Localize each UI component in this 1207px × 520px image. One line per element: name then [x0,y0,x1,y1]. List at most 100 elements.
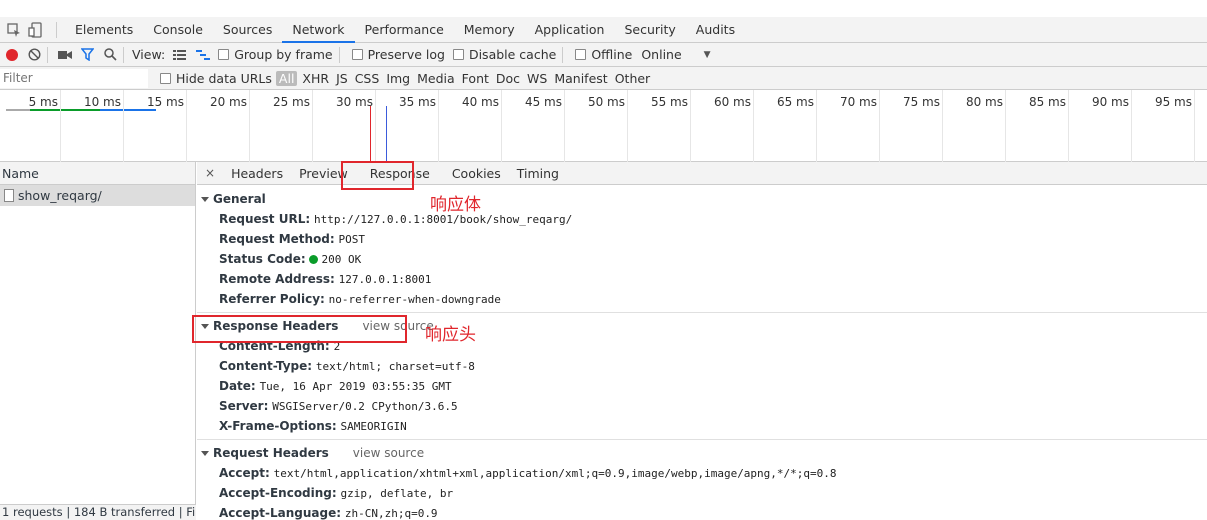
group-by-frame-checkbox[interactable] [218,49,230,60]
tab-memory[interactable]: Memory [454,17,525,43]
request-headers-section: Request Headers view source Accept: text… [197,440,1207,520]
header-row: Remote Address: 127.0.0.1:8001 [197,269,1207,289]
timeline-tick-label: 85 ms [1028,95,1066,109]
header-value: SAMEORIGIN [340,420,407,433]
header-value: WSGIServer/0.2 CPython/3.6.5 [272,400,458,413]
detail-tab-headers[interactable]: Headers [223,162,291,185]
timeline-tick-label: 90 ms [1091,95,1129,109]
header-row: Accept-Language: zh-CN,zh;q=0.9 [197,503,1207,520]
tab-performance[interactable]: Performance [355,17,454,43]
timeline-overview[interactable]: 5 ms 10 ms 15 ms 20 ms 25 ms 30 ms 35 ms 40 ms 4… [0,90,1207,162]
filter-input[interactable] [0,68,148,88]
header-value: zh-CN,zh;q=0.9 [344,507,438,520]
type-filter-manifest[interactable]: Manifest [554,71,607,86]
timeline-tick-label: 70 ms [839,95,877,109]
header-key: Referrer Policy: [219,292,325,306]
timeline-tick-label: 30 ms [335,95,373,109]
type-filter-font[interactable]: Font [462,71,489,86]
general-section: General Request URL: http://127.0.0.1:80… [197,185,1207,309]
tab-elements[interactable]: Elements [65,17,143,43]
general-title: General [213,192,266,206]
header-key: Server: [219,399,269,413]
inspect-element-icon[interactable] [6,22,22,38]
request-headers-title: Request Headers [213,446,329,460]
timeline-tick-label: 25 ms [272,95,310,109]
network-summary-status: 1 requests | 184 B transferred | Fi... [0,504,196,520]
toolbar-divider [47,46,48,63]
header-value: 200 OK [321,253,362,266]
timeline-tick-label: 15 ms [146,95,184,109]
toolbar-divider [562,46,564,63]
timeline-tick-label: 75 ms [902,95,940,109]
type-filter-all[interactable]: All [275,70,298,86]
throttling-value: Online [641,47,682,62]
response-tab-highlight-box [341,161,414,190]
general-section-header[interactable]: General [197,189,1207,209]
tab-console[interactable]: Console [143,17,213,43]
filter-funnel-icon[interactable] [80,47,95,62]
timeline-tick-label: 10 ms [83,95,121,109]
header-value: POST [338,233,366,246]
detail-tab-cookies[interactable]: Cookies [444,162,509,185]
type-filter-ws[interactable]: WS [527,71,547,86]
timeline-tick-label: 35 ms [398,95,436,109]
view-label: View: [132,47,166,62]
header-row: Accept-Encoding: gzip, deflate, br [197,483,1207,503]
tab-application[interactable]: Application [525,17,615,43]
filter-bar: Hide data URLs All XHR JS CSS Img Media Font Do… [0,67,1207,90]
name-column-header[interactable]: Name [0,162,195,185]
header-row: Date: Tue, 16 Apr 2019 03:55:35 GMT [197,376,1207,396]
header-key: Remote Address: [219,272,335,286]
hide-data-urls-checkbox[interactable] [160,72,171,84]
header-row: X-Frame-Options: SAMEORIGIN [197,416,1207,436]
expand-triangle-icon [201,196,209,202]
header-key: Date: [219,379,256,393]
chevron-down-icon: ▼ [703,49,711,60]
timeline-tick-label: 50 ms [587,95,625,109]
record-icon[interactable] [6,48,18,61]
waterfall-overview-icon[interactable] [196,47,211,62]
type-filter-xhr[interactable]: XHR [302,71,329,86]
request-row[interactable]: show_reqarg/ [0,185,195,206]
tab-audits[interactable]: Audits [686,17,745,43]
large-rows-icon[interactable] [173,47,187,62]
header-key: Status Code: [219,252,306,266]
clear-icon[interactable] [28,47,41,62]
timeline-tick-label: 60 ms [713,95,751,109]
timeline-tick-label: 80 ms [965,95,1003,109]
tab-security[interactable]: Security [614,17,685,43]
main-tabs: Elements Console Sources Network Performance… [65,17,745,43]
request-headers-header[interactable]: Request Headers view source [197,443,1207,463]
request-header-rows: Accept: text/html,application/xhtml+xml,… [197,463,1207,520]
general-rows: Request URL: http://127.0.0.1:8001/book/… [197,209,1207,309]
type-filter-js[interactable]: JS [336,71,348,86]
screenshot-camera-icon[interactable] [58,47,72,62]
type-filter-other[interactable]: Other [615,71,651,86]
close-icon[interactable]: × [197,166,223,180]
throttling-select[interactable]: Online ▼ [641,47,710,62]
detail-tab-timing[interactable]: Timing [509,162,567,185]
offline-checkbox[interactable] [575,49,587,60]
timeline-tick-label: 5 ms [28,95,58,109]
header-value: no-referrer-when-downgrade [328,293,501,306]
response-body-annotation: 响应体 [430,195,481,215]
tab-network[interactable]: Network [282,17,355,43]
type-filter-media[interactable]: Media [417,71,455,86]
header-key: Content-Type: [219,359,313,373]
type-filter-img[interactable]: Img [386,71,410,86]
header-row: Request URL: http://127.0.0.1:8001/book/… [197,209,1207,229]
search-icon[interactable] [104,47,117,62]
header-row: Server: WSGIServer/0.2 CPython/3.6.5 [197,396,1207,416]
device-toolbar-icon[interactable] [28,21,44,38]
request-name: show_reqarg/ [18,188,102,203]
request-view-source-link[interactable]: view source [353,446,424,460]
header-key: Accept: [219,466,270,480]
header-key: Request URL: [219,212,311,226]
disable-cache-checkbox[interactable] [452,49,464,60]
type-filter-doc[interactable]: Doc [496,71,520,86]
toolbar-divider [123,46,124,63]
tab-sources[interactable]: Sources [213,17,282,43]
type-filter-css[interactable]: CSS [355,71,380,86]
header-value: text/html,application/xhtml+xml,applicat… [273,467,837,480]
preserve-log-checkbox[interactable] [351,49,363,60]
